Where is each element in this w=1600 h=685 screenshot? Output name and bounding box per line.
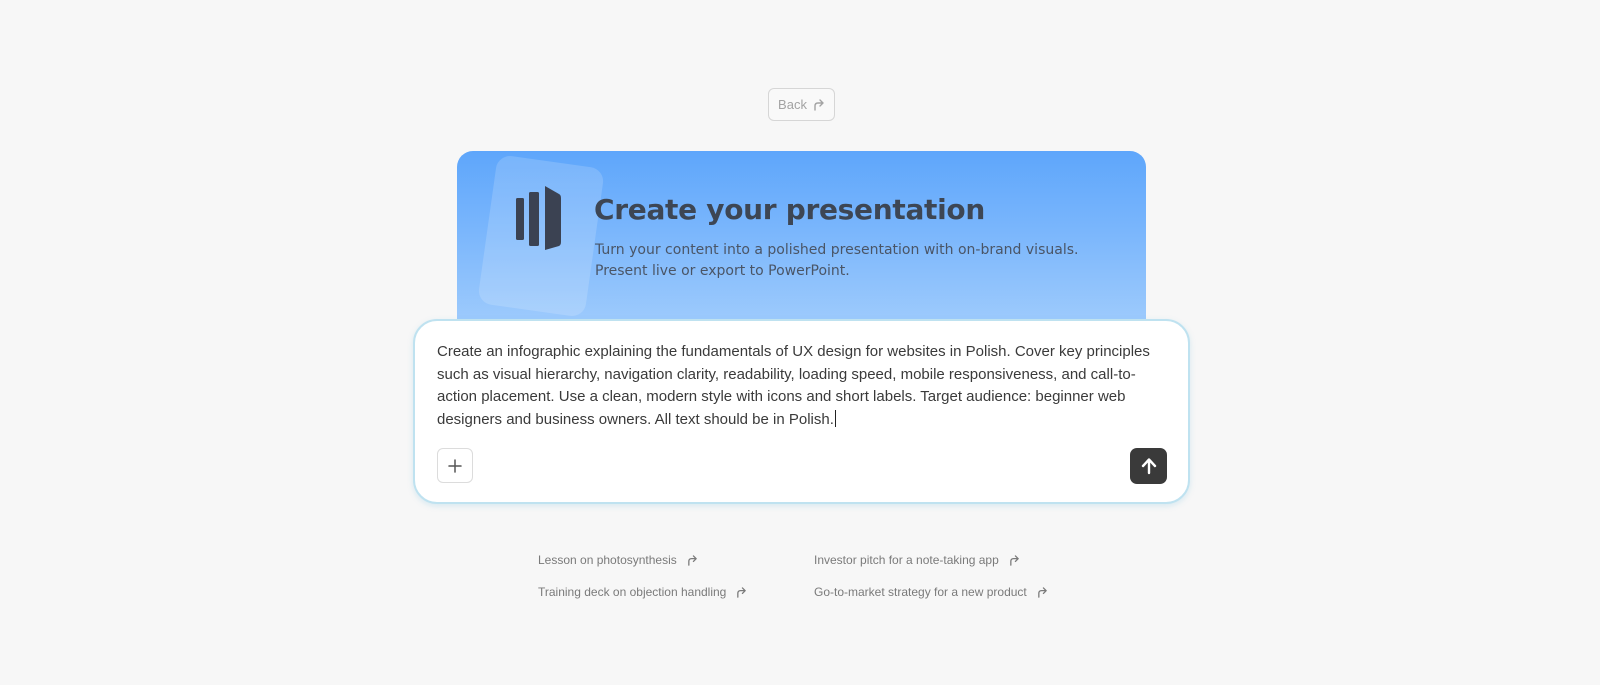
back-button[interactable]: Back bbox=[768, 88, 835, 121]
suggestion-label: Lesson on photosynthesis bbox=[538, 553, 677, 567]
prompt-text-content: Create an infographic explaining the fun… bbox=[437, 343, 1150, 428]
text-caret bbox=[834, 409, 837, 427]
suggestion-go-to-market[interactable]: Go-to-market strategy for a new product bbox=[814, 585, 1048, 599]
presentation-bars-icon bbox=[516, 186, 561, 250]
page-subtitle: Turn your content into a polished presen… bbox=[595, 240, 1095, 282]
arrow-up-right-icon bbox=[687, 554, 697, 566]
subtitle-line-2: Present live or export to PowerPoint. bbox=[595, 263, 850, 279]
arrow-up-right-icon bbox=[1009, 554, 1019, 566]
subtitle-line-1: Turn your content into a polished presen… bbox=[595, 242, 1079, 258]
suggestion-label: Training deck on objection handling bbox=[538, 585, 727, 599]
page-title: Create your presentation bbox=[594, 193, 986, 226]
arrow-up-right-icon bbox=[814, 98, 824, 111]
suggestion-label: Investor pitch for a note-taking app bbox=[814, 553, 999, 567]
send-button[interactable] bbox=[1130, 448, 1167, 484]
arrow-up-right-icon bbox=[1037, 586, 1047, 598]
plus-icon bbox=[448, 458, 462, 473]
arrow-up-icon bbox=[1141, 458, 1156, 475]
suggestion-label: Go-to-market strategy for a new product bbox=[814, 585, 1027, 599]
prompt-textarea[interactable]: Create an infographic explaining the fun… bbox=[437, 341, 1165, 431]
arrow-up-right-icon bbox=[737, 586, 747, 598]
suggestion-training-deck[interactable]: Training deck on objection handling bbox=[538, 585, 747, 599]
prompt-input-box[interactable]: Create an infographic explaining the fun… bbox=[413, 319, 1190, 504]
back-button-label: Back bbox=[778, 97, 807, 112]
suggestion-investor-pitch[interactable]: Investor pitch for a note-taking app bbox=[814, 553, 1020, 567]
add-attachment-button[interactable] bbox=[437, 448, 473, 483]
suggestion-photosynthesis[interactable]: Lesson on photosynthesis bbox=[538, 553, 698, 567]
